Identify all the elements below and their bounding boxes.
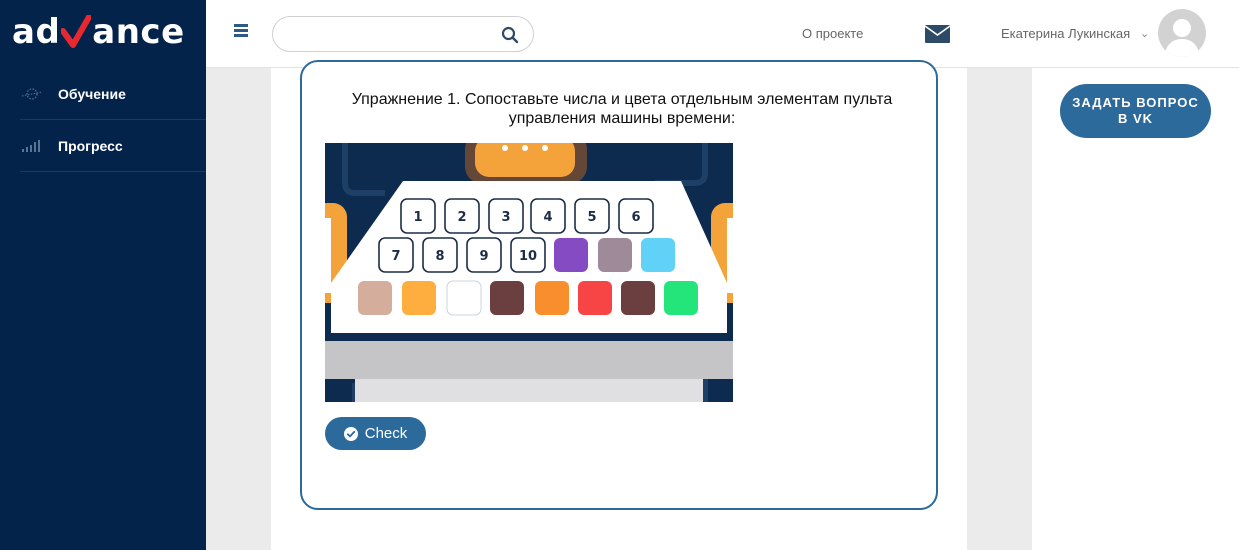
sidebar-item-label: Обучение [58,85,126,102]
search-box [272,16,534,52]
menu-icon[interactable] [234,24,248,38]
search-icon[interactable] [501,26,519,44]
number-tile-label: 4 [543,210,552,225]
logo-text-right: ance [92,12,185,52]
avatar[interactable] [1158,9,1206,57]
about-link[interactable]: О проекте [802,26,863,41]
color-tile[interactable] [621,281,655,315]
color-tile[interactable] [641,238,675,272]
chevron-down-icon[interactable]: ⌄ [1140,27,1149,40]
check-circle-icon [343,426,358,441]
main-content: Упражнение 1. Сопоставьте числа и цвета … [271,60,967,550]
color-tile[interactable] [664,281,698,315]
right-panel: ЗАДАТЬ ВОПРОС В VK [1032,68,1239,550]
number-tile-label: 2 [457,210,466,225]
check-button-label: Check [364,425,408,442]
color-tile[interactable] [535,281,569,315]
top-header: О проекте Екатерина Лукинская ⌄ [206,0,1239,68]
time-machine-control-panel: 1 2 3 4 5 6 7 8 9 10 [325,143,733,402]
control-panel-illustration: 1 2 3 4 5 6 7 8 9 10 [325,143,733,402]
number-tile-label: 10 [519,249,537,264]
mail-icon[interactable] [925,25,950,43]
search-input[interactable] [287,17,507,51]
logo-checkmark-icon [60,14,93,49]
color-tile[interactable] [598,238,632,272]
exercise-title: Упражнение 1. Сопоставьте числа и цвета … [351,91,893,127]
logo-text-left: ad [12,12,61,52]
logo[interactable]: ad ance [12,12,185,52]
sidebar-item-progress[interactable]: Прогресс [20,120,206,172]
sidebar-item-label: Прогресс [58,137,123,154]
number-tile-label: 6 [631,210,640,225]
education-icon [21,87,43,100]
check-button[interactable]: Check [325,417,426,450]
ask-question-vk-button[interactable]: ЗАДАТЬ ВОПРОС В VK [1060,84,1211,138]
user-silhouette-icon [1164,19,1200,57]
color-tile[interactable] [490,281,524,315]
number-tile-label: 3 [501,210,510,225]
number-tile-label: 9 [479,249,488,264]
color-tile[interactable] [578,281,612,315]
number-tile-label: 5 [587,210,596,225]
color-tile[interactable] [446,280,482,316]
number-tile-label: 8 [435,249,444,264]
number-tile-label: 7 [391,249,400,264]
number-tile-label: 1 [413,210,422,225]
bar-chart-icon [22,139,40,152]
user-name[interactable]: Екатерина Лукинская [1001,26,1130,41]
exercise-card: Упражнение 1. Сопоставьте числа и цвета … [300,60,938,510]
sidebar: ad ance Обучение Прогресс [0,0,206,550]
color-tile[interactable] [554,238,588,272]
sidebar-item-learning[interactable]: Обучение [20,68,206,120]
color-tile[interactable] [402,281,436,315]
color-tile[interactable] [358,281,392,315]
